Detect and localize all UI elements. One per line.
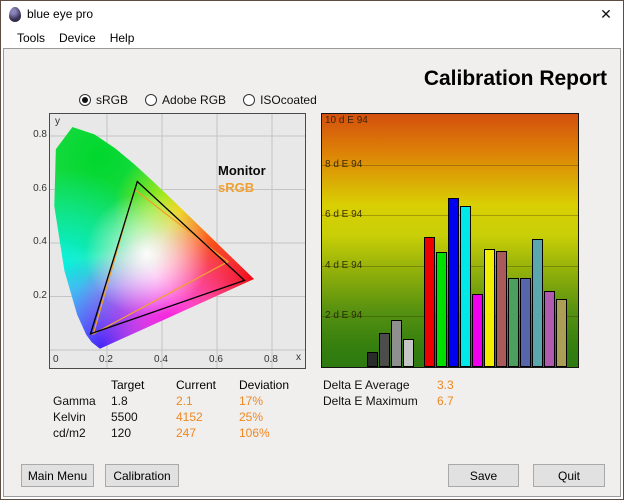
radio-adobe-rgb-label: Adobe RGB [162,93,226,107]
delta-e-bar-magenta [472,294,483,367]
cie-y-axis-label: y [55,116,60,127]
cie-chromaticity-chart: y x Monitor sRGB 00.20.40.60.80.80.60.40… [49,113,306,369]
menu-tools[interactable]: Tools [10,29,52,47]
kelvin-deviation: 25% [239,410,311,426]
delta-e-maximum-value: 6.7 [437,394,497,410]
cie-y-tick-label: 0.8 [30,129,47,140]
col-header-deviation: Deviation [239,378,311,394]
kelvin-target: 5500 [111,410,176,426]
spectral-locus-shape [54,127,254,349]
gamma-current: 2.1 [176,394,239,410]
menu-bar: Tools Device Help [1,27,623,48]
delta-e-bar-khaki [556,299,567,367]
delta-e-bar-chart: 2 d E 944 d E 946 d E 948 d E 9410 d E 9… [321,113,579,368]
menu-help[interactable]: Help [103,29,142,47]
col-header-current: Current [176,378,239,394]
delta-e-bar-teal [532,239,543,367]
delta-e-average-label: Delta E Average [323,378,437,394]
cie-x-tick-label: 0.2 [99,354,113,365]
radio-circle-icon [243,94,255,106]
luminance-deviation: 106% [239,426,311,442]
calibration-results-table: Target Current Deviation Gamma 1.8 2.1 1… [53,378,311,442]
app-eye-icon [9,7,21,22]
delta-e-bar-brown [496,251,507,367]
kelvin-current: 4152 [176,410,239,426]
luminance-current: 247 [176,426,239,442]
radio-srgb[interactable]: sRGB [79,93,128,107]
quit-button[interactable]: Quit [533,464,605,487]
delta-e-bar-slate-blue [520,278,531,367]
col-header-target: Target [111,378,176,394]
cie-y-tick-label: 0.6 [30,183,47,194]
delta-e-maximum-label: Delta E Maximum [323,394,437,410]
cie-y-tick-label: 0.4 [30,236,47,247]
gamma-target: 1.8 [111,394,176,410]
cie-x-tick-label: 0.8 [264,354,278,365]
save-button[interactable]: Save [448,464,519,487]
legend-monitor: Monitor [218,163,266,178]
cie-x-axis-label: x [296,352,301,363]
radio-circle-icon [79,94,91,106]
calibration-button[interactable]: Calibration [105,464,179,487]
delta-e-bar-green [436,252,447,367]
radio-isocoated-label: ISOcoated [260,93,317,107]
radio-srgb-label: sRGB [96,93,128,107]
menu-device[interactable]: Device [52,29,103,47]
luminance-target: 120 [111,426,176,442]
legend-srgb: sRGB [218,180,254,195]
radio-circle-icon [145,94,157,106]
cie-x-tick-label: 0 [53,354,59,365]
delta-e-average-value: 3.3 [437,378,497,394]
profile-radio-group: sRGB Adobe RGB ISOcoated [79,93,317,107]
delta-e-bar-gray [391,320,402,367]
cie-diagram-svg [50,114,305,368]
row-label-luminance: cd/m2 [53,426,111,442]
delta-e-bar-black [367,352,378,367]
delta-e-bar-cyan [460,206,471,367]
delta-e-summary: Delta E Average 3.3 Delta E Maximum 6.7 [323,378,497,410]
row-label-gamma: Gamma [53,394,111,410]
delta-e-bar-blue [448,198,459,368]
delta-e-bar-yellow [484,249,495,367]
bar-chart-bars [322,114,578,367]
radio-adobe-rgb[interactable]: Adobe RGB [145,93,226,107]
cie-y-tick-label: 0.2 [30,290,47,301]
app-window: blue eye pro ✕ Tools Device Help Calibra… [0,0,624,500]
delta-e-bar-light-gray [403,339,414,367]
delta-e-bar-sea-green [508,278,519,367]
delta-e-bar-dark-gray [379,333,390,367]
cie-x-tick-label: 0.6 [209,354,223,365]
window-title: blue eye pro [27,7,93,21]
delta-e-bar-red [424,237,435,367]
close-icon[interactable]: ✕ [589,1,623,27]
delta-e-bar-orchid [544,291,555,367]
main-menu-button[interactable]: Main Menu [21,464,94,487]
page-title: Calibration Report [307,67,607,91]
title-bar: blue eye pro ✕ [1,1,623,27]
radio-isocoated[interactable]: ISOcoated [243,93,317,107]
row-label-kelvin: Kelvin [53,410,111,426]
cie-x-tick-label: 0.4 [154,354,168,365]
gamma-deviation: 17% [239,394,311,410]
